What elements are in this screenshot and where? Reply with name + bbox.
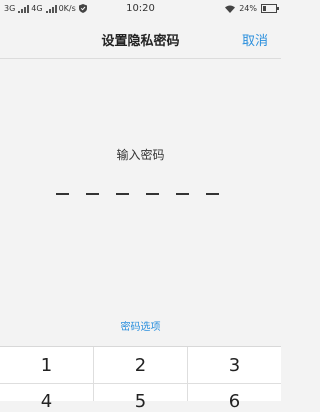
numeric-keypad: 1 4 2 5 3 6 xyxy=(0,346,281,412)
page-title: 设置隐私密码 xyxy=(101,34,180,49)
wifi-icon xyxy=(225,5,236,13)
password-input[interactable] xyxy=(56,193,226,197)
password-digit-slot xyxy=(116,193,129,195)
key-1-label: 1 xyxy=(40,355,53,376)
battery-icon xyxy=(261,4,279,13)
password-digit-slot xyxy=(206,193,219,195)
key-1[interactable]: 1 4 xyxy=(0,347,94,412)
keypad-row-divider xyxy=(0,383,281,384)
key-4-label: 4 xyxy=(40,391,53,412)
key-2[interactable]: 2 5 xyxy=(94,347,188,412)
status-bar: 3G 4G 0K/s 10:20 24% xyxy=(0,0,281,18)
password-digit-slot xyxy=(56,193,69,195)
password-prompt: 输入密码 xyxy=(116,148,165,162)
key-3[interactable]: 3 6 xyxy=(188,347,281,412)
password-options-link[interactable]: 密码选项 xyxy=(0,318,281,333)
key-5-label: 5 xyxy=(134,391,147,412)
status-right: 24% xyxy=(225,4,279,13)
key-6-label: 6 xyxy=(228,391,241,412)
password-digit-slot xyxy=(176,193,189,195)
password-digit-slot xyxy=(86,193,99,195)
navigation-bar: 设置隐私密码 取消 xyxy=(0,18,281,59)
battery-percent: 24% xyxy=(239,4,257,13)
password-digit-slot xyxy=(146,193,159,195)
key-2-label: 2 xyxy=(134,355,147,376)
cancel-button[interactable]: 取消 xyxy=(242,30,268,49)
key-3-label: 3 xyxy=(228,355,241,376)
